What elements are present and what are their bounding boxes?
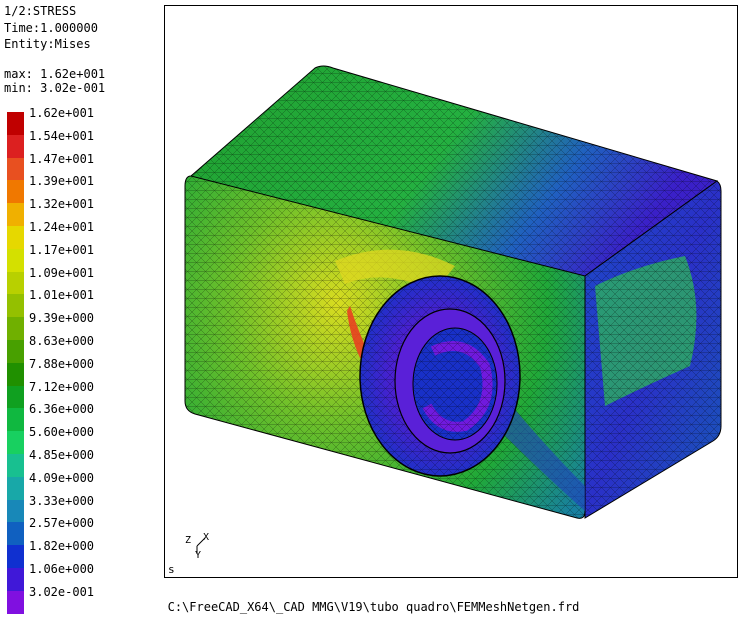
legend-swatch: [7, 180, 24, 204]
legend-label: 1.39e+001: [29, 174, 95, 189]
legend-swatch: [7, 271, 24, 295]
min-label: min: 3.02e-001: [4, 81, 106, 95]
legend-swatch: [7, 522, 24, 546]
legend-label: 7.12e+000: [29, 379, 95, 394]
legend-label: 2.57e+000: [29, 516, 95, 531]
time-label: Time:1.000000: [4, 21, 98, 35]
step-label: 1/2:STRESS: [4, 4, 77, 18]
legend-swatch: [7, 545, 24, 569]
legend-label: 5.60e+000: [29, 425, 95, 440]
legend-swatch: [7, 248, 24, 272]
legend-swatch: [7, 112, 24, 135]
legend-label: 1.32e+001: [29, 197, 95, 212]
legend-label: 3.02e-001: [29, 584, 95, 599]
axis-z-label: Z: [185, 535, 192, 546]
legend-label: 1.62e+001: [29, 106, 95, 120]
legend-swatch: [7, 157, 24, 181]
axis-y-label: Y: [195, 550, 202, 561]
legend-swatch: [7, 453, 24, 477]
legend-swatch: [7, 431, 24, 455]
legend-swatch: [7, 225, 24, 249]
legend-label: 9.39e+000: [29, 311, 95, 326]
legend-label: 4.09e+000: [29, 470, 95, 485]
legend-label: 1.06e+000: [29, 561, 95, 576]
legend-label: 7.88e+000: [29, 356, 95, 371]
model-viewport[interactable]: Z X Y s: [164, 5, 738, 578]
file-path: C:\FreeCAD_X64\_CAD MMG\V19\tubo quadro\…: [167, 600, 580, 614]
legend-label: 6.36e+000: [29, 402, 95, 417]
legend-swatch: [7, 476, 24, 500]
entity-label: Entity:Mises: [4, 37, 91, 51]
legend-label: 1.01e+001: [29, 288, 95, 303]
legend-label: 8.63e+000: [29, 333, 95, 348]
legend-label: 1.54e+001: [29, 128, 95, 143]
legend-swatch: [7, 203, 24, 227]
legend-label: 1.82e+000: [29, 539, 95, 554]
legend-swatch: [7, 499, 24, 523]
color-legend: 1.62e+001 1.54e+001 1.47e+001 1.39e+001 1.32…: [7, 106, 157, 614]
max-label: max: 1.62e+001: [4, 67, 106, 81]
legend-swatch: [7, 408, 24, 432]
legend-label: 4.85e+000: [29, 447, 95, 462]
legend-label: 3.33e+000: [29, 493, 95, 508]
mesh-overlay-bore: [413, 328, 497, 440]
legend-swatch: [7, 339, 24, 363]
axis-x-label: X: [203, 532, 210, 543]
fem-model-render: [184, 65, 722, 554]
viewport-corner-label: s: [168, 563, 175, 576]
legend-swatch: [7, 385, 24, 409]
legend-swatch: [7, 362, 24, 386]
legend-swatch: [7, 317, 24, 341]
legend-swatch: [7, 134, 24, 158]
legend-label: 1.47e+001: [29, 151, 95, 166]
legend-label: 1.17e+001: [29, 242, 95, 257]
legend-label: 1.24e+001: [29, 219, 95, 234]
legend-swatch: [7, 567, 24, 591]
legend-swatch: [7, 294, 24, 318]
legend-label: 1.09e+001: [29, 265, 95, 280]
